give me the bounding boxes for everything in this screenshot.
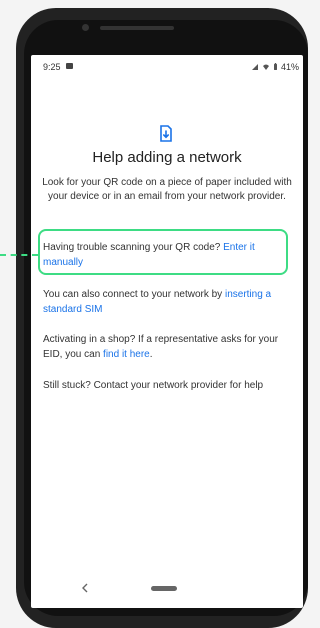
insert-sim-prefix: You can also connect to your network by [43, 289, 223, 300]
insert-sim-text: You can also connect to your network by … [43, 287, 289, 317]
front-camera [82, 24, 89, 31]
page-subtitle: Look for your QR code on a piece of pape… [42, 177, 292, 202]
eid-suffix: . [149, 349, 153, 360]
back-chevron-icon[interactable] [82, 583, 88, 593]
earpiece-speaker [100, 26, 174, 30]
phone-screen: 9:25 41% Help adding a network Look for … [31, 55, 303, 608]
callout-line [0, 254, 38, 256]
help-page: Help adding a network Look for your QR c… [31, 55, 303, 608]
highlighted-trouble-section [38, 229, 288, 275]
navigation-bar [31, 568, 303, 608]
find-eid-link[interactable]: find it here [103, 349, 150, 360]
page-title: Help adding a network [92, 149, 242, 166]
provider-support-text: Still stuck? Contact your network provid… [43, 380, 264, 391]
eid-prefix: Activating in a shop? If a representativ… [43, 334, 279, 360]
download-sim-icon [160, 125, 172, 142]
eid-text: Activating in a shop? If a representativ… [43, 332, 289, 362]
home-pill-icon[interactable] [151, 586, 177, 591]
